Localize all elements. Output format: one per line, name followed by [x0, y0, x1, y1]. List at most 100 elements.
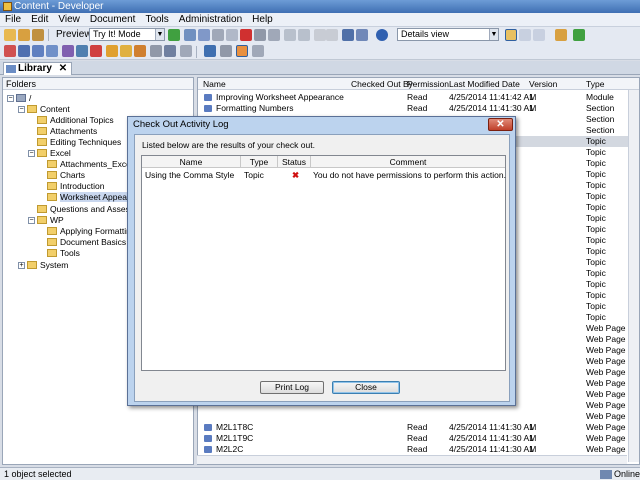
column-last-modified[interactable]: Last Modified Date [449, 78, 520, 90]
go-icon[interactable] [168, 29, 180, 41]
import-icon[interactable] [150, 45, 162, 57]
insert-icon[interactable] [220, 45, 232, 57]
folder-icon [37, 216, 47, 224]
view-mode-value: Details view [401, 29, 450, 39]
tree-wp[interactable]: WP [37, 215, 64, 226]
tree-editing-techniques[interactable]: Editing Techniques [37, 137, 121, 148]
copy-icon[interactable] [198, 29, 210, 41]
state-icon[interactable] [134, 45, 146, 57]
tree-content[interactable]: Content [27, 104, 70, 115]
add-icon[interactable] [314, 29, 326, 41]
expand-wp-toggle[interactable]: − [28, 217, 35, 224]
log-column-name[interactable]: Name [142, 156, 240, 168]
list-vertical-scrollbar[interactable] [628, 90, 639, 462]
tree-root[interactable]: / [16, 93, 31, 104]
close-icon[interactable]: ✕ [59, 63, 67, 74]
tree-applying-formatting[interactable]: Applying Formatting [47, 226, 136, 237]
refresh-icon[interactable] [573, 29, 585, 41]
expand-excel-toggle[interactable]: − [28, 150, 35, 157]
list-item[interactable]: M2L1T8C Read 4/25/2014 11:41:30 AM 1 Web Pag… [198, 422, 639, 433]
list-item[interactable]: Improving Worksheet Appearance Read 4/25/2… [198, 92, 639, 103]
folder-icon [47, 182, 57, 190]
export-icon[interactable] [555, 29, 567, 41]
document-icon[interactable] [226, 29, 238, 41]
close-button[interactable]: Close [332, 381, 400, 394]
column-permission[interactable]: Permission [407, 78, 449, 90]
tab-library[interactable]: Library ✕ [3, 62, 73, 75]
folder-icon[interactable] [32, 29, 44, 41]
properties-icon[interactable] [254, 29, 266, 41]
cancel-checkout-icon[interactable] [90, 45, 102, 57]
tree-attachments-excel[interactable]: Attachments_Excel [47, 159, 133, 170]
column-checked-out-by[interactable]: Checked Out By [351, 78, 413, 90]
publish-icon[interactable] [4, 45, 16, 57]
column-version[interactable]: Version [529, 78, 557, 90]
package-icon[interactable] [164, 45, 176, 57]
grid-view-icon[interactable] [533, 29, 545, 41]
tree-introduction[interactable]: Introduction [47, 181, 104, 192]
replace-icon[interactable] [356, 29, 368, 41]
expand-root-toggle[interactable]: − [7, 95, 14, 102]
preview-mode-select[interactable]: Try It! Mode ▼ [89, 28, 165, 41]
folder-icon [37, 149, 47, 157]
publish-module-icon[interactable] [18, 45, 30, 57]
menu-administration[interactable]: Administration [174, 13, 247, 27]
tree-tools[interactable]: Tools [47, 248, 80, 259]
menu-edit[interactable]: Edit [26, 13, 53, 27]
help-icon[interactable] [376, 29, 388, 41]
check-out-icon[interactable] [76, 45, 88, 57]
list-item-type: Web Page [586, 345, 626, 355]
folder-icon [47, 238, 57, 246]
list-item[interactable]: M2L1T9C Read 4/25/2014 11:41:30 AM 1 Web Pag… [198, 433, 639, 444]
list-item[interactable]: Formatting Numbers Read 4/25/2014 11:41:30… [198, 103, 639, 114]
tree-document-basics[interactable]: Document Basics [47, 237, 126, 248]
history-icon[interactable] [106, 45, 118, 57]
menu-tools[interactable]: Tools [140, 13, 173, 27]
roles-icon[interactable] [120, 45, 132, 57]
move-up-icon[interactable] [204, 45, 216, 57]
open-icon[interactable] [18, 29, 30, 41]
outline-icon[interactable] [236, 45, 248, 57]
menu-view[interactable]: View [53, 13, 85, 27]
list-item[interactable]: Web Page [198, 411, 639, 422]
details-view-icon[interactable] [505, 29, 517, 41]
column-type[interactable]: Type [586, 78, 604, 90]
menu-document[interactable]: Document [85, 13, 141, 27]
list-item-version: 1 [529, 103, 534, 113]
list-view-icon[interactable] [519, 29, 531, 41]
log-column-type[interactable]: Type [241, 156, 277, 168]
menu-help[interactable]: Help [247, 13, 278, 27]
publish-section-icon[interactable] [32, 45, 44, 57]
publish-topic-icon[interactable] [46, 45, 58, 57]
tree-attachments[interactable]: Attachments [37, 126, 97, 137]
redo-icon[interactable] [298, 29, 310, 41]
tree-system[interactable]: System [27, 260, 68, 271]
remove-icon[interactable] [326, 29, 338, 41]
undo-icon[interactable] [284, 29, 296, 41]
check-in-icon[interactable] [62, 45, 74, 57]
expand-system-toggle[interactable]: + [18, 262, 25, 269]
new-icon[interactable] [4, 29, 16, 41]
find-icon[interactable] [342, 29, 354, 41]
paste-icon[interactable] [212, 29, 224, 41]
list-item[interactable]: M2L2C Read 4/25/2014 11:41:30 AM 1 Web Page [198, 444, 639, 455]
column-name[interactable]: Name [203, 78, 226, 90]
link-object-icon[interactable] [180, 45, 192, 57]
delete-icon[interactable] [240, 29, 252, 41]
concept-icon[interactable] [252, 45, 264, 57]
link-icon[interactable] [268, 29, 280, 41]
list-horizontal-scrollbar[interactable] [197, 455, 627, 464]
tree-additional-topics[interactable]: Additional Topics [37, 115, 114, 126]
tree-charts[interactable]: Charts [47, 170, 85, 181]
cut-icon[interactable] [184, 29, 196, 41]
log-column-comment[interactable]: Comment [311, 156, 505, 168]
log-column-status[interactable]: Status [278, 156, 310, 168]
list-item-type: Topic [586, 235, 606, 245]
tree-excel[interactable]: Excel [37, 148, 71, 159]
view-mode-select[interactable]: Details view ▼ [397, 28, 499, 41]
print-log-button[interactable]: Print Log [260, 381, 324, 394]
expand-content-toggle[interactable]: − [18, 106, 25, 113]
list-item-type: Web Page [586, 367, 626, 377]
menu-file[interactable]: File [0, 13, 26, 27]
dialog-close-button[interactable]: ✕ [488, 118, 513, 131]
